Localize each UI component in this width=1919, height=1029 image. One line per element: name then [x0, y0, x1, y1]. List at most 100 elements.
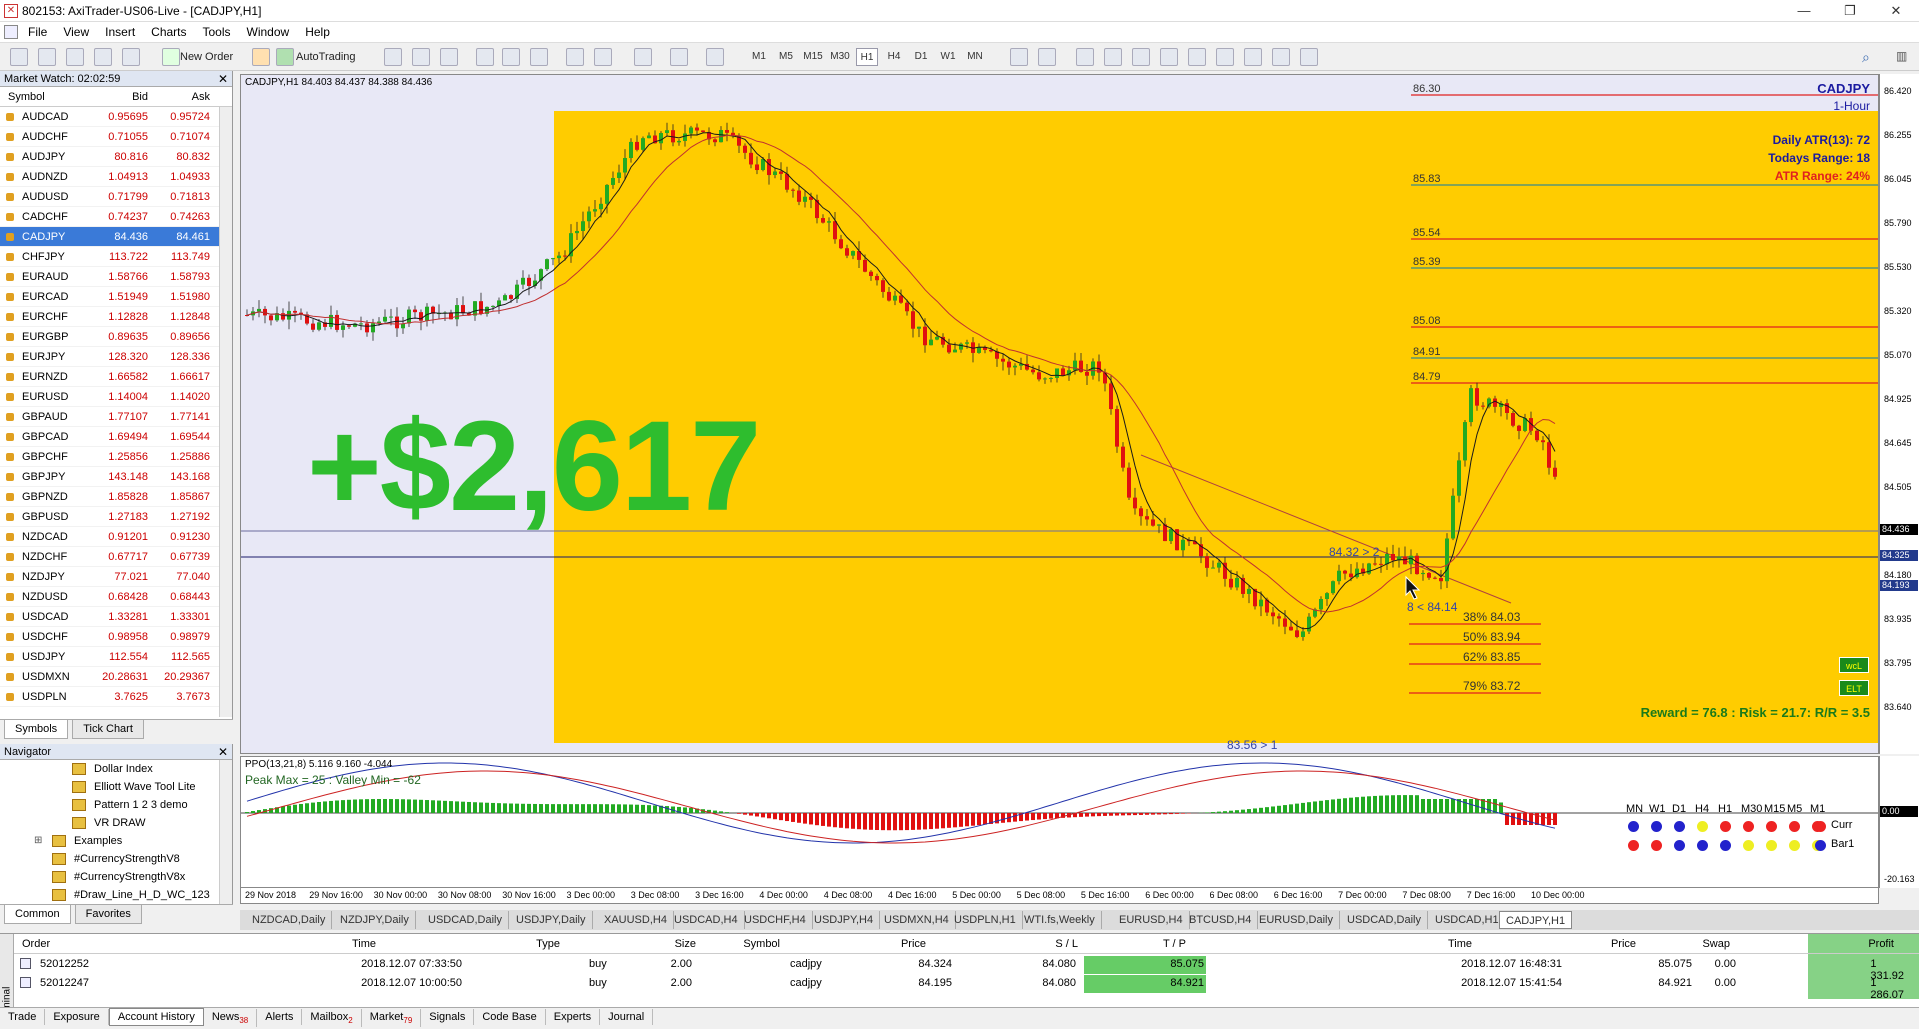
line-chart-icon[interactable]: [440, 48, 458, 66]
market-watch-row[interactable]: USDCHF0.989580.98979: [0, 627, 232, 647]
vertical-line-icon[interactable]: [1076, 48, 1094, 66]
market-watch-row[interactable]: NZDUSD0.684280.68443: [0, 587, 232, 607]
timeframe-h4[interactable]: H4: [883, 48, 905, 66]
menu-window[interactable]: Window: [239, 22, 298, 42]
chart-tab[interactable]: USDCAD,H4: [668, 911, 745, 929]
market-watch-row[interactable]: GBPJPY143.148143.168: [0, 467, 232, 487]
terminal-cell-order[interactable]: 52012247: [40, 977, 89, 989]
chart-tab[interactable]: EURUSD,H4: [1113, 911, 1190, 929]
indicators-icon[interactable]: [634, 48, 652, 66]
market-watch-row[interactable]: USDJPY112.554112.565: [0, 647, 232, 667]
trendline-icon[interactable]: [1132, 48, 1150, 66]
tab-symbols[interactable]: Symbols: [4, 720, 68, 739]
chart-tab[interactable]: USDMXN,H4: [878, 911, 956, 929]
label-icon[interactable]: [1244, 48, 1262, 66]
menu-charts[interactable]: Charts: [143, 22, 194, 42]
chart-tab[interactable]: NZDJPY,Daily: [334, 911, 416, 929]
terminal-tab-experts[interactable]: Experts: [546, 1009, 600, 1025]
periods-icon[interactable]: [670, 48, 688, 66]
terminal-tab-signals[interactable]: Signals: [421, 1009, 474, 1025]
fibonacci-icon[interactable]: [1188, 48, 1206, 66]
chart-tab[interactable]: CADJPY,H1: [1499, 911, 1572, 929]
terminal-header-cell[interactable]: Price: [901, 938, 926, 950]
terminal-tab-account-history[interactable]: Account History: [109, 1008, 204, 1026]
navigator-item[interactable]: Dollar Index: [0, 760, 232, 778]
terminal-header-cell[interactable]: Swap: [1702, 938, 1730, 950]
chart-tab[interactable]: EURUSD,Daily: [1253, 911, 1340, 929]
market-watch-row[interactable]: EURGBP0.896350.89656: [0, 327, 232, 347]
market-watch-row[interactable]: EURAUD1.587661.58793: [0, 267, 232, 287]
chart-tab[interactable]: BTCUSD,H4: [1183, 911, 1258, 929]
terminal-header-cell[interactable]: Type: [536, 938, 560, 950]
chart-tab[interactable]: USDJPY,Daily: [510, 911, 593, 929]
timeframe-m1[interactable]: M1: [748, 48, 770, 66]
timeframe-m30[interactable]: M30: [829, 48, 851, 66]
terminal-header-cell[interactable]: T / P: [1163, 938, 1186, 950]
new-order-icon[interactable]: [162, 48, 180, 66]
timeframe-d1[interactable]: D1: [910, 48, 932, 66]
tab-tick-chart[interactable]: Tick Chart: [72, 720, 144, 739]
profiles-icon[interactable]: [38, 48, 56, 66]
terminal-header-cell[interactable]: Price: [1611, 938, 1636, 950]
chart-tab[interactable]: USDJPY,H4: [808, 911, 880, 929]
close-icon[interactable]: ✕: [218, 71, 228, 87]
navigator-item[interactable]: ⊞Examples: [0, 832, 232, 850]
zoom-out-icon[interactable]: [502, 48, 520, 66]
menu-view[interactable]: View: [55, 22, 97, 42]
timeframe-h1[interactable]: H1: [856, 48, 878, 66]
cursor-icon[interactable]: [1010, 48, 1028, 66]
market-watch-row[interactable]: NZDJPY77.02177.040: [0, 567, 232, 587]
terminal-header-cell[interactable]: S / L: [1055, 938, 1078, 950]
text-icon[interactable]: [1216, 48, 1234, 66]
navigator-item[interactable]: VR DRAW: [0, 814, 232, 832]
chart-tab[interactable]: USDCAD,Daily: [422, 911, 509, 929]
terminal-cell-order[interactable]: 52012252: [40, 958, 89, 970]
chart-tab[interactable]: WTI.fs,Weekly: [1018, 911, 1102, 929]
tab-common[interactable]: Common: [4, 905, 71, 924]
terminal-header-cell[interactable]: Symbol: [743, 938, 780, 950]
chart-tab[interactable]: XAUUSD,H4: [598, 911, 674, 929]
chart-tab[interactable]: USDPLN,H1: [948, 911, 1023, 929]
timeframe-m5[interactable]: M5: [775, 48, 797, 66]
auto-scroll-icon[interactable]: [566, 48, 584, 66]
menu-tools[interactable]: Tools: [195, 22, 239, 42]
terminal-header-cell[interactable]: Order: [22, 938, 50, 950]
menu-insert[interactable]: Insert: [97, 22, 143, 42]
elt-badge[interactable]: ELT: [1839, 680, 1869, 696]
navigator-item[interactable]: #Draw_Line_H_D_WC_123: [0, 886, 232, 904]
metaeditor-icon[interactable]: [252, 48, 270, 66]
market-watch-row[interactable]: NZDCAD0.912010.91230: [0, 527, 232, 547]
market-watch-row[interactable]: USDCAD1.332811.33301: [0, 607, 232, 627]
market-watch-row[interactable]: GBPUSD1.271831.27192: [0, 507, 232, 527]
new-order-button[interactable]: New Order: [180, 47, 233, 67]
timeframe-m15[interactable]: M15: [802, 48, 824, 66]
timeframe-w1[interactable]: W1: [937, 48, 959, 66]
terminal-header-cell[interactable]: Profit: [1868, 938, 1894, 950]
terminal-tab-exposure[interactable]: Exposure: [45, 1009, 108, 1025]
ppo-indicator[interactable]: PPO(13,21,8) 5.116 9.160 -4.044 Peak Max…: [240, 756, 1879, 888]
close-icon[interactable]: ✕: [1873, 0, 1919, 22]
arrows-icon[interactable]: [1272, 48, 1290, 66]
tile-windows-icon[interactable]: [530, 48, 548, 66]
market-watch-row[interactable]: EURJPY128.320128.336: [0, 347, 232, 367]
signal-icon[interactable]: ▥: [1896, 49, 1907, 63]
search-icon[interactable]: ⌕: [1862, 49, 1870, 66]
zoom-in-icon[interactable]: [476, 48, 494, 66]
market-watch-row[interactable]: USDPLN3.76253.7673: [0, 687, 232, 707]
market-watch-row[interactable]: EURNZD1.665821.66617: [0, 367, 232, 387]
navigator-scrollbar[interactable]: [219, 760, 232, 904]
market-watch-row[interactable]: EURCHF1.128281.12848: [0, 307, 232, 327]
terminal-tab-alerts[interactable]: Alerts: [257, 1009, 302, 1025]
terminal-tab-news[interactable]: News38: [204, 1009, 257, 1027]
navigator-item[interactable]: Pattern 1 2 3 demo: [0, 796, 232, 814]
market-watch-row[interactable]: GBPCAD1.694941.69544: [0, 427, 232, 447]
minimize-icon[interactable]: —: [1781, 0, 1827, 22]
terminal-header-cell[interactable]: Size: [675, 938, 696, 950]
chart-tab[interactable]: NZDCAD,Daily: [246, 911, 332, 929]
terminal-header-cell[interactable]: Time: [352, 938, 376, 950]
terminal-tab-trade[interactable]: Trade: [0, 1009, 45, 1025]
maximize-icon[interactable]: ❐: [1827, 0, 1873, 22]
market-watch-row[interactable]: NZDCHF0.677170.67739: [0, 547, 232, 567]
chart-tab[interactable]: USDCAD,Daily: [1341, 911, 1428, 929]
market-watch-row[interactable]: AUDUSD0.717990.71813: [0, 187, 232, 207]
